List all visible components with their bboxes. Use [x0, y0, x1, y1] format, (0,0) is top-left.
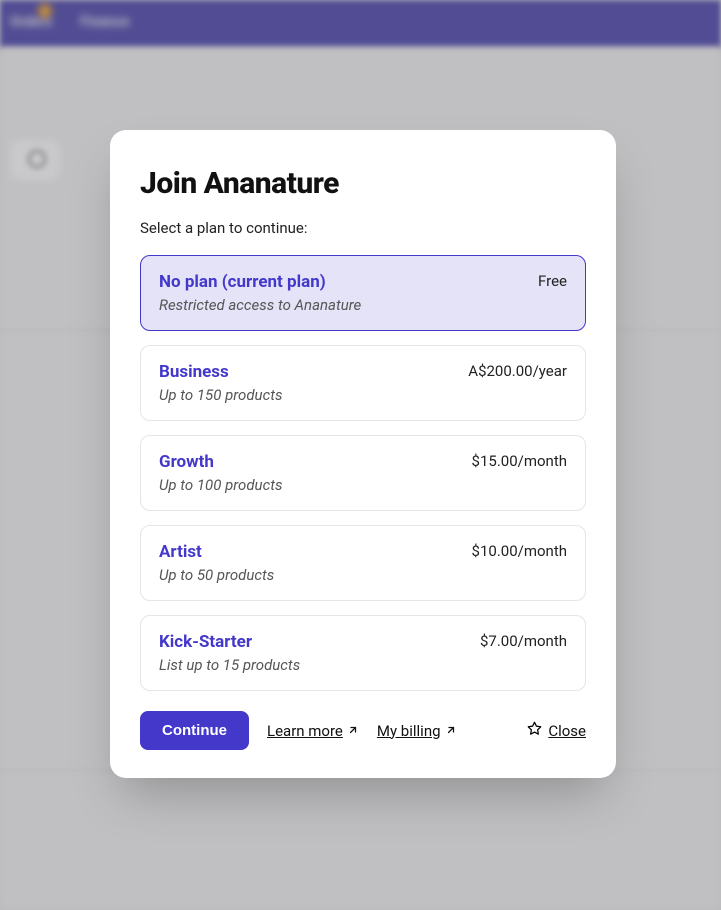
plan-card-kick-starter[interactable]: Kick-Starter List up to 15 products $7.0… [140, 615, 586, 691]
plan-card-growth[interactable]: Growth Up to 100 products $15.00/month [140, 435, 586, 511]
plan-name: Business [159, 362, 282, 382]
plan-modal: Join Ananature Select a plan to continue… [110, 130, 616, 778]
plan-card-business[interactable]: Business Up to 150 products A$200.00/yea… [140, 345, 586, 421]
plan-name: No plan (current plan) [159, 272, 361, 292]
plan-description: Up to 150 products [159, 386, 282, 404]
my-billing-link[interactable]: My billing [377, 722, 457, 740]
external-link-icon [347, 722, 359, 740]
plan-price: $10.00/month [472, 542, 567, 560]
plan-price: $15.00/month [472, 452, 567, 470]
plan-description: Up to 50 products [159, 566, 274, 584]
plan-name: Kick-Starter [159, 632, 300, 652]
plan-price: A$200.00/year [468, 362, 567, 380]
plan-description: List up to 15 products [159, 656, 300, 674]
plan-name: Growth [159, 452, 282, 472]
learn-more-link[interactable]: Learn more [267, 722, 359, 740]
external-link-icon [445, 722, 457, 740]
my-billing-label: My billing [377, 722, 441, 740]
learn-more-label: Learn more [267, 722, 343, 740]
modal-footer: Continue Learn more My billing Close [140, 711, 586, 750]
plan-card-artist[interactable]: Artist Up to 50 products $10.00/month [140, 525, 586, 601]
modal-title: Join Ananature [140, 166, 586, 201]
continue-button[interactable]: Continue [140, 711, 249, 750]
star-icon [527, 721, 542, 740]
plan-list: No plan (current plan) Restricted access… [140, 255, 586, 691]
close-label: Close [548, 722, 586, 740]
plan-price: Free [538, 272, 567, 290]
plan-card-no-plan[interactable]: No plan (current plan) Restricted access… [140, 255, 586, 331]
modal-subtitle: Select a plan to continue: [140, 219, 586, 237]
close-button[interactable]: Close [527, 721, 586, 740]
plan-name: Artist [159, 542, 274, 562]
plan-description: Restricted access to Ananature [159, 296, 361, 314]
plan-description: Up to 100 products [159, 476, 282, 494]
plan-price: $7.00/month [480, 632, 567, 650]
